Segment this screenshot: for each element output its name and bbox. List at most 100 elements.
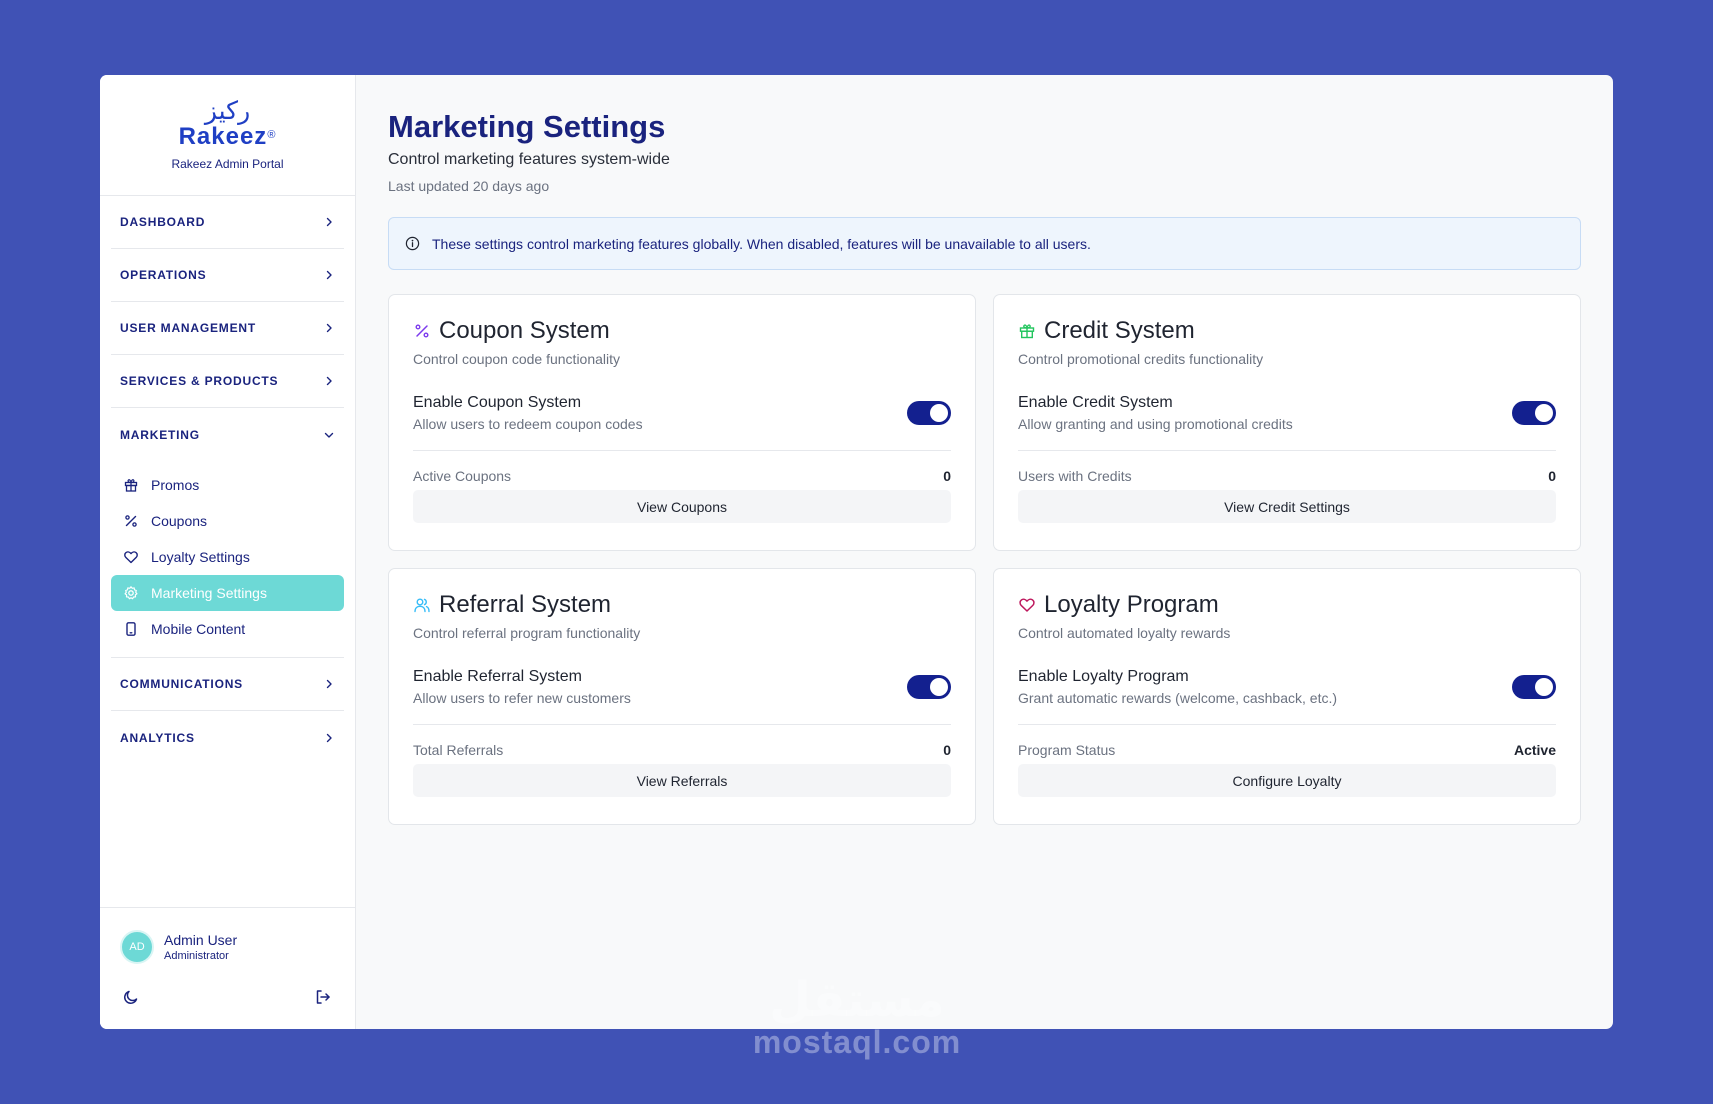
sidebar-item-label: Loyalty Settings: [151, 549, 250, 565]
stat-value: 0: [943, 742, 951, 758]
brand-arabic: ركيز: [204, 96, 251, 125]
nav-section-services-products[interactable]: SERVICES & PRODUCTS: [111, 355, 344, 408]
user-name: Admin User: [164, 932, 238, 948]
card-title: Referral System: [439, 591, 612, 618]
watermark-arabic: مستقل: [769, 972, 945, 1028]
card-description: Control coupon code functionality: [413, 351, 621, 367]
nav-section-operations[interactable]: OPERATIONS: [111, 249, 344, 302]
toggle-description: Allow users to redeem coupon codes: [413, 416, 643, 432]
toggle-label: Enable Coupon System: [413, 394, 582, 411]
coupon-system-toggle[interactable]: [907, 401, 951, 425]
nav-section-user-management[interactable]: USER MANAGEMENT: [111, 302, 344, 355]
users-icon: [414, 598, 430, 613]
chevron-right-icon: [326, 217, 332, 227]
stat-label: Users with Credits: [1018, 468, 1132, 484]
stat-value: Active: [1513, 742, 1556, 758]
chevron-right-icon: [326, 270, 332, 280]
toggle-description: Allow users to refer new customers: [413, 690, 631, 706]
user-profile[interactable]: AD Admin User Administrator: [120, 930, 237, 964]
credit-system-toggle[interactable]: [1512, 401, 1556, 425]
sidebar-nav: DASHBOARD OPERATIONS USER MANAGEMENT SER…: [100, 196, 355, 764]
nav-section-label: OPERATIONS: [120, 268, 207, 282]
card-title: Loyalty Program: [1044, 591, 1219, 618]
stat-label: Total Referrals: [413, 742, 504, 758]
chevron-right-icon: [326, 376, 332, 386]
chevron-down-icon: [324, 432, 334, 438]
nav-section-analytics[interactable]: ANALYTICS: [111, 711, 344, 764]
sidebar-item-mobile-content[interactable]: Mobile Content: [111, 611, 344, 647]
loyalty-program-card: Loyalty Program Control automated loyalt…: [993, 568, 1581, 825]
stat-value: 0: [1548, 468, 1556, 484]
sidebar-item-label: Mobile Content: [151, 621, 246, 637]
moon-icon[interactable]: [122, 988, 140, 1006]
card-title: Credit System: [1044, 317, 1195, 344]
stat-label: Program Status: [1018, 742, 1116, 758]
heart-icon: [1019, 598, 1035, 612]
sidebar-item-label: Promos: [151, 477, 200, 493]
coupon-system-card: Coupon System Control coupon code functi…: [388, 294, 976, 551]
nav-section-communications[interactable]: COMMUNICATIONS: [111, 658, 344, 711]
info-icon: [405, 236, 420, 251]
referral-system-card: Referral System Control referral program…: [388, 568, 976, 825]
sidebar-item-loyalty-settings[interactable]: Loyalty Settings: [111, 539, 344, 575]
mostaql-watermark: مستقل mostaql.com: [752, 976, 962, 1060]
nav-section-label: SERVICES & PRODUCTS: [120, 374, 279, 388]
last-updated: Last updated 20 days ago: [388, 178, 550, 194]
brand-name: Rakeez®: [178, 123, 277, 150]
sidebar-item-label: Marketing Settings: [151, 585, 267, 601]
page-subtitle: Control marketing features system-wide: [388, 151, 670, 168]
gift-icon: [1019, 324, 1035, 339]
gift-icon: [124, 479, 138, 492]
toggle-label: Enable Credit System: [1018, 394, 1173, 411]
user-role: Administrator: [164, 950, 229, 962]
percent-icon: [125, 515, 137, 527]
alert-text: These settings control marketing feature…: [432, 235, 1091, 252]
smartphone-icon: [126, 622, 136, 636]
chevron-right-icon: [326, 679, 332, 689]
logout-icon[interactable]: [314, 988, 332, 1006]
sidebar-item-marketing-settings[interactable]: Marketing Settings: [111, 575, 344, 611]
toggle-label: Enable Loyalty Program: [1018, 668, 1189, 685]
chevron-right-icon: [326, 323, 332, 333]
view-referrals-button[interactable]: View Referrals: [413, 764, 951, 797]
nav-section-dashboard[interactable]: DASHBOARD: [111, 196, 344, 249]
sidebar: ركيز Rakeez® Rakeez Admin Portal DASHBOA…: [100, 75, 356, 1029]
sidebar-item-label: Coupons: [151, 513, 208, 529]
configure-loyalty-button[interactable]: Configure Loyalty: [1018, 764, 1556, 797]
card-description: Control automated loyalty rewards: [1018, 625, 1231, 641]
watermark-text: mostaql.com: [752, 1024, 962, 1060]
view-credit-settings-button[interactable]: View Credit Settings: [1018, 490, 1556, 523]
view-coupons-button[interactable]: View Coupons: [413, 490, 951, 523]
percent-icon: [415, 324, 429, 338]
marketing-submenu: Promos Coupons Loyalty Settings Marketin…: [111, 461, 344, 658]
credit-system-card: Credit System Control promotional credit…: [993, 294, 1581, 551]
nav-section-label: MARKETING: [120, 427, 200, 442]
brand-logo: ركيز Rakeez® Rakeez Admin Portal: [100, 75, 355, 196]
feature-cards: Coupon System Control coupon code functi…: [388, 294, 1581, 825]
toggle-description: Grant automatic rewards (welcome, cashba…: [1018, 690, 1338, 706]
card-title: Coupon System: [439, 317, 610, 344]
page-title: Marketing Settings: [388, 109, 666, 144]
nav-section-label: ANALYTICS: [120, 730, 195, 745]
stat-label: Active Coupons: [413, 468, 512, 484]
nav-section-label: USER MANAGEMENT: [120, 321, 257, 335]
heart-icon: [124, 551, 138, 564]
sidebar-item-promos[interactable]: Promos: [111, 467, 344, 503]
brand-subtitle: Rakeez Admin Portal: [171, 157, 284, 171]
settings-icon: [124, 586, 138, 600]
loyalty-program-toggle[interactable]: [1512, 675, 1556, 699]
avatar: AD: [120, 930, 154, 964]
card-description: Control referral program functionality: [413, 625, 641, 641]
sidebar-footer: AD Admin User Administrator: [100, 907, 355, 1029]
main-content: Marketing Settings Control marketing fea…: [356, 75, 1613, 1029]
sidebar-item-coupons[interactable]: Coupons: [111, 503, 344, 539]
nav-section-label: DASHBOARD: [120, 215, 206, 229]
app-window: ركيز Rakeez® Rakeez Admin Portal DASHBOA…: [100, 75, 1613, 1029]
info-alert: These settings control marketing feature…: [388, 217, 1581, 270]
card-description: Control promotional credits functionalit…: [1018, 351, 1264, 367]
toggle-label: Enable Referral System: [413, 668, 582, 685]
toggle-description: Allow granting and using promotional cre…: [1018, 416, 1293, 432]
chevron-right-icon: [326, 733, 332, 742]
referral-system-toggle[interactable]: [907, 675, 951, 699]
nav-section-marketing[interactable]: MARKETING: [111, 408, 344, 461]
